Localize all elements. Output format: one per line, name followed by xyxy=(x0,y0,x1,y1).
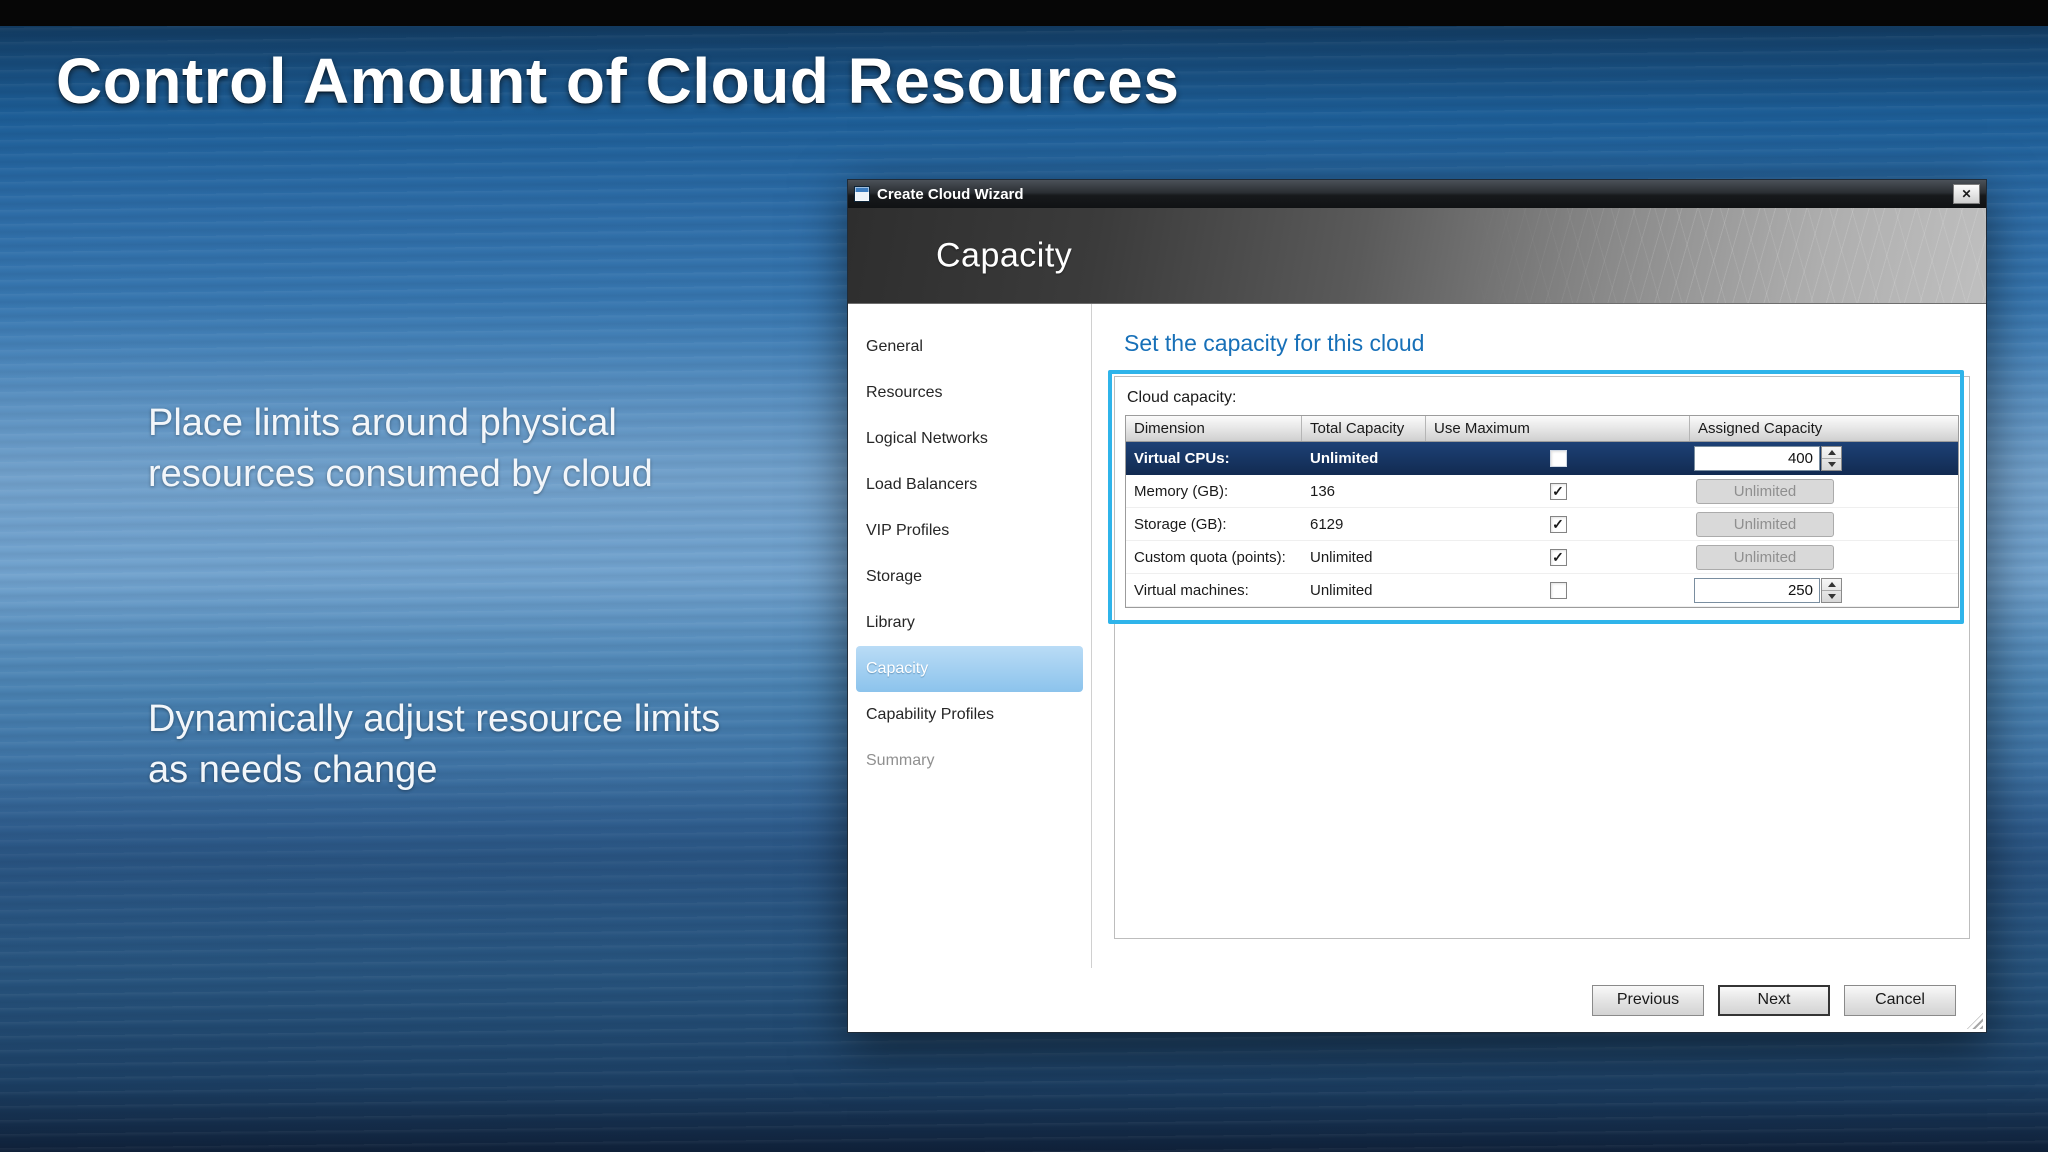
bullet-text-1: Place limits around physical resources c… xyxy=(148,402,653,495)
top-black-bar xyxy=(0,0,2048,26)
total-capacity-cell: Unlimited xyxy=(1310,548,1373,566)
capacity-row-3[interactable]: Custom quota (points): Unlimited Unlimited xyxy=(1126,541,1958,574)
checkbox-unchecked-icon[interactable] xyxy=(1549,581,1567,599)
dimension-cell: Memory (GB): xyxy=(1134,482,1229,500)
wizard-banner: Capacity xyxy=(848,208,1986,304)
cloud-capacity-label: Cloud capacity: xyxy=(1127,389,1237,406)
capacity-row-0[interactable]: Virtual CPUs: Unlimited xyxy=(1126,442,1958,475)
checkbox-checked-icon[interactable] xyxy=(1549,548,1567,566)
wizard-nav: General Resources Logical Networks Load Bal… xyxy=(848,304,1092,970)
assigned-capacity-cell: Unlimited xyxy=(1690,478,1958,504)
assigned-capacity-input[interactable] xyxy=(1694,445,1820,471)
spinner-up-icon[interactable] xyxy=(1822,579,1841,591)
nav-item-summary: Summary xyxy=(866,752,935,769)
nav-item-storage[interactable]: Storage xyxy=(848,554,1091,600)
total-capacity-cell: 6129 xyxy=(1310,515,1344,533)
checkbox-checked-icon[interactable] xyxy=(1549,515,1567,533)
nav-item-general[interactable]: General xyxy=(848,324,1091,370)
window-titlebar[interactable]: Create Cloud Wizard ✕ xyxy=(848,180,1986,208)
assigned-capacity-disabled-field: Unlimited xyxy=(1696,544,1834,570)
assigned-capacity-cell xyxy=(1690,445,1958,471)
column-header-total-capacity: Total Capacity xyxy=(1302,416,1426,441)
capacity-table-rows: Virtual CPUs: Unlimited Memory (GB): 136 Unl… xyxy=(1126,442,1958,607)
wizard-body: General Resources Logical Networks Load Bal… xyxy=(848,304,1986,970)
banner-mesh-decoration xyxy=(1462,208,1986,303)
window-title: Create Cloud Wizard xyxy=(877,185,1024,203)
spinner-down-icon[interactable] xyxy=(1822,459,1841,470)
assigned-capacity-input[interactable] xyxy=(1694,577,1820,603)
column-header-assigned-capacity: Assigned Capacity xyxy=(1698,420,1823,437)
capacity-table-header: Dimension Total Capacity Use Maximum Ass… xyxy=(1126,416,1958,442)
content-heading: Set the capacity for this cloud xyxy=(1124,330,1425,356)
total-capacity-cell: Unlimited xyxy=(1310,581,1373,599)
assigned-capacity-cell: Unlimited xyxy=(1690,544,1958,570)
nav-item-load-balancers[interactable]: Load Balancers xyxy=(848,462,1091,508)
previous-button[interactable]: Previous xyxy=(1592,984,1704,1016)
spinner-control[interactable] xyxy=(1821,445,1842,471)
nav-item-resources[interactable]: Resources xyxy=(848,370,1091,416)
spinner-down-icon[interactable] xyxy=(1822,591,1841,602)
capacity-panel: Cloud capacity: Dimension Total Capacity… xyxy=(1114,376,1970,939)
assigned-capacity-cell xyxy=(1690,577,1958,603)
cancel-button[interactable]: Cancel xyxy=(1844,984,1956,1016)
spinner-up-icon[interactable] xyxy=(1822,447,1841,459)
wizard-content: Set the capacity for this cloud Cloud ca… xyxy=(1092,304,1986,970)
checkbox-checked-icon[interactable] xyxy=(1549,482,1567,500)
capacity-row-2[interactable]: Storage (GB): 6129 Unlimited xyxy=(1126,508,1958,541)
slide: Control Amount of Cloud Resources Place … xyxy=(0,0,2048,1152)
nav-item-vip-profiles[interactable]: VIP Profiles xyxy=(848,508,1091,554)
next-button[interactable]: Next xyxy=(1718,984,1830,1016)
wizard-app-icon xyxy=(854,186,870,202)
use-maximum-cell xyxy=(1426,515,1690,533)
use-maximum-cell xyxy=(1426,581,1690,599)
total-capacity-cell: Unlimited xyxy=(1310,449,1379,467)
spinner-control[interactable] xyxy=(1821,577,1842,603)
slide-title: Control Amount of Cloud Resources xyxy=(56,45,1180,117)
assigned-capacity-disabled-field: Unlimited xyxy=(1696,511,1834,537)
assigned-capacity-disabled-field: Unlimited xyxy=(1696,478,1834,504)
checkbox-unchecked-icon[interactable] xyxy=(1549,449,1567,467)
create-cloud-wizard-window: Create Cloud Wizard ✕ Capacity General Re… xyxy=(847,179,1987,1033)
nav-item-capacity[interactable]: Capacity xyxy=(856,646,1083,692)
bullet-text-2: Dynamically adjust resource limits as ne… xyxy=(148,698,721,791)
column-header-dimension: Dimension xyxy=(1126,416,1302,441)
wizard-page-title: Capacity xyxy=(936,236,1073,274)
nav-item-logical-networks[interactable]: Logical Networks xyxy=(848,416,1091,462)
use-maximum-cell xyxy=(1426,548,1690,566)
dimension-cell: Virtual CPUs: xyxy=(1134,449,1230,467)
nav-item-capability-profiles[interactable]: Capability Profiles xyxy=(848,692,1091,738)
capacity-row-1[interactable]: Memory (GB): 136 Unlimited xyxy=(1126,475,1958,508)
nav-item-library[interactable]: Library xyxy=(848,600,1091,646)
dimension-cell: Storage (GB): xyxy=(1134,515,1227,533)
dimension-cell: Custom quota (points): xyxy=(1134,548,1286,566)
wizard-footer: Previous Next Cancel xyxy=(848,968,1986,1032)
use-maximum-cell xyxy=(1426,482,1690,500)
assigned-capacity-cell: Unlimited xyxy=(1690,511,1958,537)
column-header-use-maximum: Use Maximum xyxy=(1426,416,1690,441)
capacity-table: Dimension Total Capacity Use Maximum Ass… xyxy=(1125,415,1959,608)
total-capacity-cell: 136 xyxy=(1310,482,1336,500)
use-maximum-cell xyxy=(1426,449,1690,467)
close-icon[interactable]: ✕ xyxy=(1953,184,1980,204)
capacity-row-4[interactable]: Virtual machines: Unlimited xyxy=(1126,574,1958,607)
dimension-cell: Virtual machines: xyxy=(1134,581,1249,599)
